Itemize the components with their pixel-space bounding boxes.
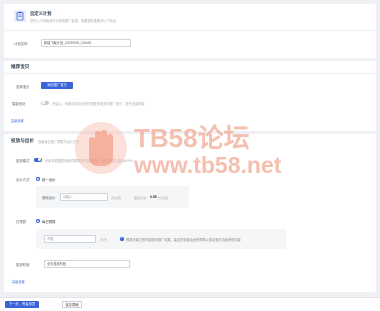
product-divider: [4, 73, 376, 74]
budget-card: 投放与出价 设置每日推广预算与出价方式 投放模式 系统将根据您设置的预算进行智能…: [4, 134, 376, 292]
budget-section-sub: 设置每日推广预算与出价方式: [38, 140, 80, 144]
delivery-period-select[interactable]: 全天投放时段: [44, 260, 130, 268]
plan-name-input[interactable]: 新建飞聚计划_20230919_115430: [41, 39, 131, 47]
base-bid-unit: 元/点击: [111, 196, 122, 200]
plan-info-card: 自定义计划 您在以下设置创作计划的推广渠道，需要提前准备好以下信息 计划名称 新…: [4, 4, 376, 58]
suggest-bid-label: 建议出价: [134, 196, 147, 200]
footer-bar: 下一步，完善创意 保存草稿: [0, 297, 380, 311]
select-product-label: 选择宝贝: [16, 85, 30, 89]
daily-budget-tip: 预算设置过低可能影响推广效果，建议您设置合适的预算以保证宝贝持续获得流量: [126, 238, 241, 242]
bid-settings-panel: 基础出价 请输入 元/点击 建议出价 0.55 元/点击: [36, 186, 189, 208]
budget-section-title: 投放与出价: [11, 138, 34, 143]
daily-budget-panel: 不限 元/天 i 预算设置过低可能影响推广效果，建议您设置合适的预算以保证宝贝持…: [36, 229, 286, 249]
daily-budget-unit: 元/天: [100, 238, 108, 242]
plan-icon: [14, 10, 26, 22]
info-icon: i: [120, 237, 124, 241]
delivery-mode-label: 投放模式: [16, 159, 30, 163]
add-product-button[interactable]: 添加推广宝贝: [41, 82, 73, 89]
plan-name-label: 计划名称: [14, 42, 28, 46]
bid-unified-option[interactable]: 统一出价: [42, 177, 56, 182]
smart-optimize-toggle[interactable]: [41, 100, 49, 105]
page-title: 自定义计划: [30, 11, 52, 16]
delivery-period-value: 全天投放时段: [47, 262, 67, 266]
suggest-bid-value: 0.55: [150, 195, 157, 199]
budget-advanced-link[interactable]: 高级设置: [12, 279, 25, 284]
delivery-period-label: 投放时段: [16, 263, 30, 267]
bid-method-label: 出价方式: [16, 178, 30, 182]
save-draft-button[interactable]: 保存草稿: [62, 301, 82, 308]
base-bid-label: 基础出价: [42, 196, 56, 200]
suggest-bid-unit: 元/点击: [158, 196, 169, 200]
delivery-mode-text: 系统将根据您设置的预算进行智能投放，每日预算上限为100%: [45, 159, 133, 163]
next-button[interactable]: 下一步，完善创意: [5, 301, 39, 308]
delivery-mode-toggle[interactable]: [34, 157, 42, 162]
page-description: 您在以下设置创作计划的推广渠道，需要提前准备好以下信息: [30, 19, 117, 23]
product-section-title: 推荐宝贝: [11, 64, 30, 69]
bid-unified-radio[interactable]: [36, 176, 40, 181]
smart-optimize-label: 智能优化: [12, 102, 26, 106]
daily-budget-input[interactable]: 不限: [44, 235, 96, 243]
header-divider: [4, 30, 376, 31]
daily-budget-label: 日预算: [16, 220, 27, 224]
product-card: 推荐宝贝 选择宝贝 添加推广宝贝 智能优化 开启后，系统将自动为您匹配更多相关的…: [4, 61, 376, 131]
daily-budget-option[interactable]: 每日预算: [42, 219, 56, 224]
base-bid-input[interactable]: 请输入: [60, 193, 108, 201]
product-advanced-link[interactable]: 高级设置: [11, 118, 24, 123]
daily-budget-radio[interactable]: [36, 218, 40, 223]
smart-optimize-text: 开启后，系统将自动为您匹配更多相关的推广宝贝，提升流量获取: [52, 102, 145, 106]
